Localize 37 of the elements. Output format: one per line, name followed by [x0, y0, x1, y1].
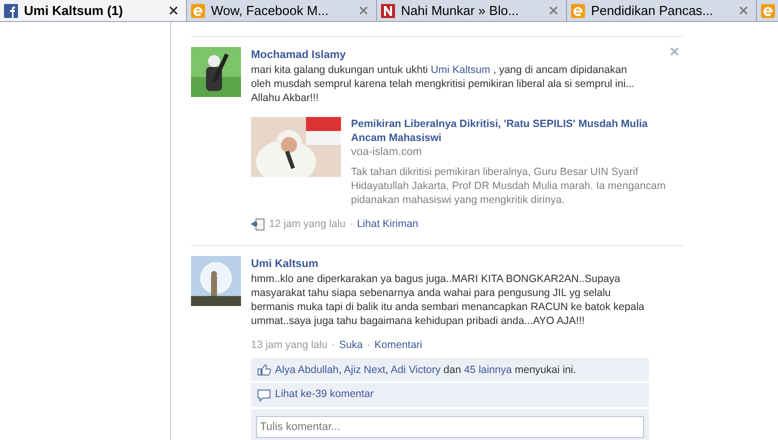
tab-title: Nahi Munkar » Blo... [401, 2, 520, 20]
e-logo-icon [571, 4, 585, 18]
likes-text: Alya Abdullah, Ajiz Next, Adi Victory dan 45 lainnya menyukai ini. [275, 362, 576, 376]
author-name[interactable]: Umi Kaltsum [251, 256, 649, 272]
e-logo-icon [191, 4, 205, 18]
post-text: hmm..klo ane diperkarakan ya bagus juga..MARI KITA BONGKAR2AN..Supaya masyarakat tahu siapa sebenarnya anda wahai para pengusung JIL yg selalu bermanis muka tapi di balik itu anda sembari menancapkan RACUN ke batok kepala ummat..saya juga tahu bagaimana kehidupan pribadi anda...AYO AJA!!! [251, 272, 646, 328]
n-logo-icon [381, 4, 395, 18]
tab-title: Umi Kaltsum (1) [24, 2, 124, 20]
name-link[interactable]: Alya Abdullah [275, 364, 339, 376]
view-comments-link[interactable]: Lihat ke-39 komentar [275, 387, 374, 403]
name-link[interactable]: Ajiz Next [344, 364, 386, 376]
thumbs-up-icon [257, 364, 271, 376]
tab-title: Wow, Facebook M... [211, 2, 330, 20]
name-link[interactable]: 45 lainnya [464, 364, 512, 376]
dot-separator: · [331, 338, 335, 352]
speech-bubble-icon [257, 388, 271, 402]
article-link[interactable]: Pemikiran Liberalnya Dikritisi, 'Ratu SEPILIS' Musdah Mulia Ancam Mahasiswi [351, 117, 671, 145]
browser-tab[interactable]: Umi Kaltsum (1) [0, 0, 187, 21]
article-description: Tak tahan dikritisi pemikiran liberalnya, Guru Besar UIN Syarif Hidayatullah Jakarta, Prof DR Musdah Mulia marah. Ia mengancam pidanakan mahasiswi yang mengkritik dirinya. [351, 165, 667, 207]
post-text: mari kita galang dukungan untuk ukhti Umi Kaltsum , yang di ancam dipidanakan oleh musdah semprul karena telah mengkritisi pemikiran liberal ala si semprul ini... Allahu Akbar!!! [251, 63, 636, 105]
article-domain: voa-islam.com [351, 145, 423, 159]
action-link[interactable]: Komentari [374, 338, 422, 352]
browser-tab[interactable]: Wow, Facebook M... [187, 0, 377, 21]
action-link[interactable]: Suka [338, 338, 363, 352]
facebook-icon [4, 4, 18, 18]
name-link[interactable]: Adi Victory [390, 364, 441, 376]
dot-separator: · [366, 338, 370, 352]
browser-tab[interactable]: Pendidikan Pancas... [567, 0, 757, 21]
action-link[interactable]: Lihat Kiriman [356, 217, 418, 231]
comment-field[interactable]: Tulis komentar... [256, 416, 644, 438]
tab-title: Pendidikan Pancas... [591, 2, 714, 20]
e-logo-icon [761, 4, 775, 18]
browser-tab[interactable]: Nahi Munkar » Blo... [377, 0, 567, 21]
author-name[interactable]: Mochamad Islamy [251, 47, 649, 63]
close-icon[interactable] [169, 6, 178, 15]
dot-separator: · [349, 217, 353, 231]
name-link[interactable]: Umi Kaltsum [430, 64, 490, 76]
